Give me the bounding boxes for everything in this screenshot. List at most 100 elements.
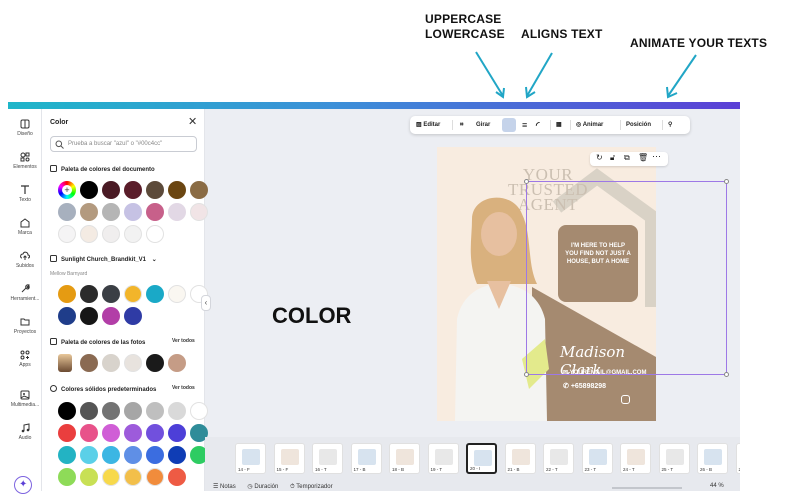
- paint-format-icon[interactable]: ⚲: [668, 116, 672, 134]
- trash-icon[interactable]: 🗑︎: [638, 153, 648, 162]
- color-swatch[interactable]: [146, 446, 164, 464]
- color-swatch[interactable]: [80, 181, 98, 199]
- page-thumbnail[interactable]: 25 - T: [658, 443, 690, 474]
- color-swatch[interactable]: [80, 354, 98, 372]
- page-thumbnail[interactable]: 24 - T: [620, 443, 651, 474]
- color-swatch[interactable]: [146, 285, 164, 303]
- duration-button[interactable]: ◷ Duración: [247, 484, 278, 490]
- page-thumbnail[interactable]: 17 - B: [350, 443, 382, 474]
- page-thumbnail[interactable]: 16 - T: [312, 443, 343, 474]
- animate-button[interactable]: ◎ Animar: [576, 116, 603, 134]
- chevron-down-icon[interactable]: ⌄: [152, 257, 157, 263]
- timer-button[interactable]: ⏱ Temporizador: [290, 484, 333, 490]
- page-thumbnail[interactable]: 15 - F: [273, 443, 305, 474]
- zoom-level[interactable]: 44 %: [710, 483, 724, 489]
- color-swatch[interactable]: [168, 203, 186, 221]
- magic-assistant-button[interactable]: ✦: [14, 476, 32, 494]
- position-button[interactable]: Posición: [626, 116, 651, 134]
- color-swatch[interactable]: [168, 446, 186, 464]
- color-swatch[interactable]: [190, 181, 208, 199]
- rotate-button[interactable]: Girar: [476, 116, 490, 134]
- color-swatch[interactable]: [80, 285, 98, 303]
- resize-handle[interactable]: [724, 179, 729, 184]
- page-thumbnail[interactable]: 27 - T: [735, 443, 740, 474]
- color-swatch[interactable]: [146, 225, 164, 243]
- page-thumbnail[interactable]: 19 - T: [427, 443, 459, 474]
- color-swatch[interactable]: [124, 225, 142, 243]
- color-swatch[interactable]: [146, 181, 164, 199]
- color-swatch[interactable]: [146, 203, 164, 221]
- page-thumbnail[interactable]: 20 - I: [466, 443, 497, 474]
- rail-item-uploads[interactable]: Subidos: [8, 251, 42, 269]
- color-swatch[interactable]: [80, 402, 98, 420]
- resize-handle[interactable]: [724, 372, 729, 377]
- color-swatch-button[interactable]: [502, 118, 516, 132]
- color-swatch[interactable]: [102, 424, 120, 442]
- color-swatch[interactable]: [168, 354, 186, 372]
- add-color-icon[interactable]: +: [58, 181, 76, 199]
- color-swatch[interactable]: [124, 181, 142, 199]
- duplicate-icon[interactable]: ⧉: [624, 153, 630, 163]
- color-swatch[interactable]: [80, 225, 98, 243]
- color-swatch[interactable]: [146, 468, 164, 486]
- color-swatch[interactable]: [102, 307, 120, 325]
- color-swatch[interactable]: [102, 468, 120, 486]
- color-swatch[interactable]: [58, 307, 76, 325]
- color-swatch[interactable]: [58, 225, 76, 243]
- rail-item-elements[interactable]: Elementos: [8, 152, 42, 170]
- color-swatch[interactable]: [124, 203, 142, 221]
- color-swatch[interactable]: [102, 181, 120, 199]
- corner-radius-icon[interactable]: ◜: [536, 116, 540, 134]
- color-swatch[interactable]: [168, 285, 186, 303]
- color-swatch[interactable]: [190, 203, 208, 221]
- zoom-slider[interactable]: [612, 487, 682, 489]
- page-thumbnail[interactable]: 26 - B: [697, 443, 728, 474]
- phone-row[interactable]: ✆ +65898298: [563, 382, 606, 390]
- color-swatch[interactable]: [102, 285, 120, 303]
- color-swatch[interactable]: [80, 468, 98, 486]
- rail-item-text[interactable]: Texto: [8, 185, 42, 203]
- selection-box[interactable]: [524, 179, 729, 377]
- color-swatch[interactable]: [124, 446, 142, 464]
- crop-icon[interactable]: ⌗: [460, 116, 463, 134]
- more-icon[interactable]: ⋯: [652, 151, 661, 162]
- color-swatch[interactable]: [124, 354, 142, 372]
- rail-item-tools[interactable]: Herramient...: [8, 284, 42, 302]
- color-swatch[interactable]: [124, 285, 142, 303]
- page-thumbnail[interactable]: 21 - B: [504, 443, 536, 474]
- color-swatch[interactable]: [168, 181, 186, 199]
- color-swatch[interactable]: [80, 446, 98, 464]
- brandkit-heading[interactable]: Sunlight Church_Brandkit_V1 ⌄: [50, 255, 157, 263]
- color-swatch[interactable]: [190, 402, 208, 420]
- color-swatch[interactable]: [102, 354, 120, 372]
- color-swatch[interactable]: [80, 307, 98, 325]
- rail-item-audio[interactable]: Audio: [8, 423, 42, 441]
- color-swatch[interactable]: [124, 402, 142, 420]
- color-swatch[interactable]: [168, 468, 186, 486]
- transparency-icon[interactable]: ▦: [556, 116, 562, 134]
- color-swatch[interactable]: [168, 402, 186, 420]
- color-swatch[interactable]: [58, 203, 76, 221]
- close-icon[interactable]: ✕: [188, 115, 197, 128]
- resize-handle[interactable]: [524, 179, 529, 184]
- color-swatch[interactable]: [58, 446, 76, 464]
- color-swatch[interactable]: [58, 402, 76, 420]
- color-swatch[interactable]: [58, 468, 76, 486]
- lock-icon[interactable]: 🔓︎: [610, 153, 615, 163]
- solid-see-all-link[interactable]: Ver todos: [172, 385, 195, 391]
- color-swatch[interactable]: [102, 446, 120, 464]
- color-swatch[interactable]: [58, 424, 76, 442]
- instagram-icon[interactable]: [621, 395, 630, 404]
- color-swatch[interactable]: [102, 225, 120, 243]
- page-thumbnail[interactable]: 22 - T: [543, 443, 574, 474]
- color-search-input[interactable]: Prueba a buscar "azul" o "#00c4cc": [50, 136, 197, 152]
- color-swatch[interactable]: [58, 285, 76, 303]
- photo-thumbnail[interactable]: [58, 354, 72, 372]
- page-thumbnail[interactable]: 14 - F: [235, 443, 266, 474]
- color-swatch[interactable]: [146, 424, 164, 442]
- rail-item-projects[interactable]: Proyectos: [8, 317, 42, 335]
- refresh-icon[interactable]: ↻: [596, 153, 603, 162]
- rail-item-media[interactable]: Multimedia...: [8, 390, 42, 408]
- page-thumbnail[interactable]: 18 - B: [389, 443, 420, 474]
- color-swatch[interactable]: [80, 203, 98, 221]
